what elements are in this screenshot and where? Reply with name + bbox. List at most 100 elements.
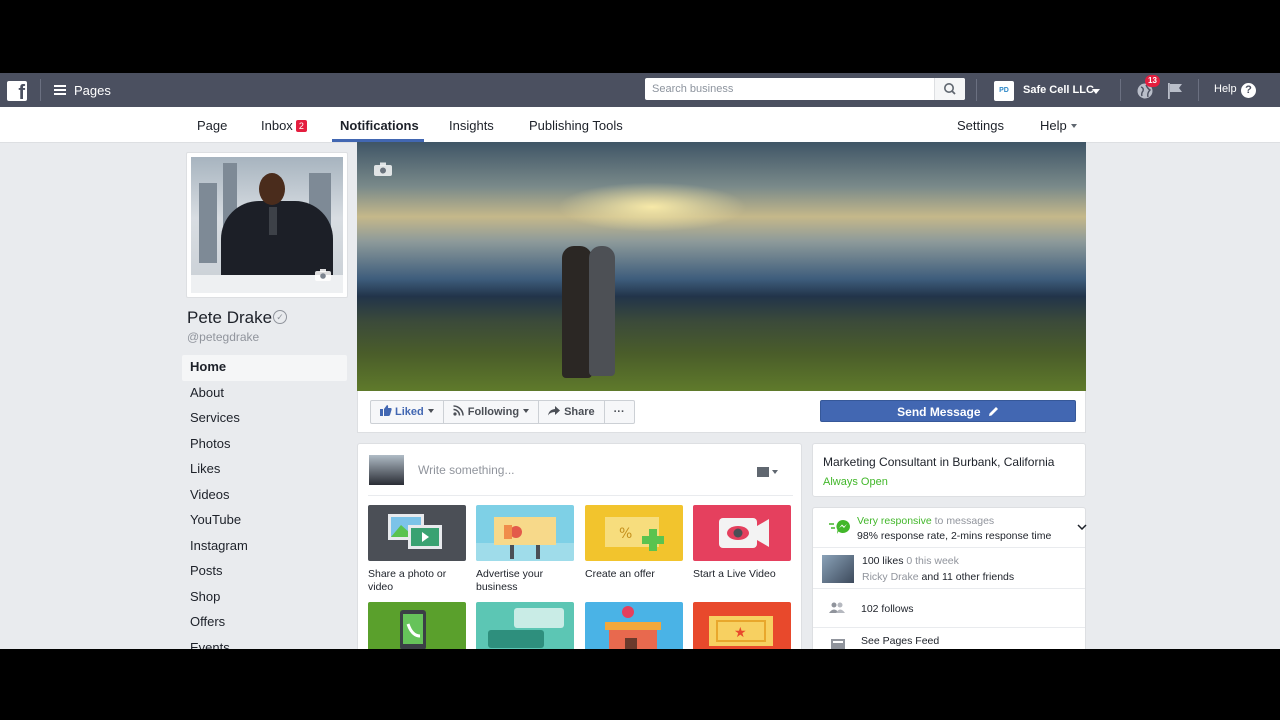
hours-status: Always Open — [823, 476, 888, 488]
pages-menu-label[interactable]: Pages — [74, 83, 111, 98]
following-label: Following — [467, 406, 520, 418]
sidebar-item-services[interactable]: Services — [182, 406, 347, 432]
thumbs-up-icon — [380, 405, 392, 416]
page-title: Pete Drake — [187, 308, 273, 327]
flag-button[interactable] — [1166, 82, 1184, 105]
divider — [976, 79, 977, 101]
liked-label: Liked — [395, 406, 424, 418]
sidebar-item-youtube[interactable]: YouTube — [182, 508, 347, 534]
camera-icon[interactable] — [315, 269, 331, 281]
tab-help[interactable]: Help — [1040, 118, 1077, 133]
chevron-down-icon[interactable] — [1077, 524, 1087, 530]
sidebar-item-offers[interactable]: Offers — [182, 610, 347, 636]
send-message-button[interactable]: Send Message — [820, 400, 1076, 422]
following-button[interactable]: Following — [444, 401, 540, 423]
create-offer-tile[interactable]: % Create an offer — [585, 505, 683, 581]
account-logo-icon: PD — [994, 81, 1014, 101]
event-location-tile[interactable] — [585, 602, 683, 649]
friends-like: Ricky Drake and 11 other friends — [862, 571, 1015, 583]
flag-icon — [1168, 83, 1182, 99]
share-arrow-icon — [548, 406, 561, 416]
facebook-page-screen: f Pages PD Safe Cell LLC 13 — [0, 73, 1280, 649]
tile-label: Share a photo or video — [368, 568, 447, 593]
sidebar-item-instagram[interactable]: Instagram — [182, 534, 347, 560]
facebook-logo-icon[interactable]: f — [7, 81, 27, 103]
sidebar-nav: Home About Services Photos Likes Videos … — [182, 355, 347, 649]
message-tile[interactable] — [476, 602, 574, 649]
follows-count[interactable]: 102 follows — [861, 603, 914, 615]
share-button[interactable]: Share — [539, 401, 605, 423]
write-something-input[interactable]: Write something... — [418, 463, 514, 477]
divider — [1198, 79, 1199, 101]
messenger-icon — [829, 519, 850, 534]
page-username[interactable]: @petegdrake — [187, 330, 259, 344]
page-stats-card: Very responsive to messages 98% response… — [812, 507, 1087, 649]
search-button[interactable] — [934, 78, 965, 100]
help-link[interactable]: Help — [1214, 83, 1237, 95]
tab-page[interactable]: Page — [197, 118, 227, 133]
search-icon — [944, 83, 956, 95]
notifications-globe-button[interactable]: 13 — [1136, 75, 1160, 105]
tab-inbox[interactable]: Inbox 2 — [261, 118, 307, 133]
avatar — [369, 455, 404, 485]
chevron-down-icon — [1092, 89, 1100, 94]
divider — [813, 588, 1085, 589]
verified-check-icon: ✓ — [273, 310, 287, 324]
sidebar-item-about[interactable]: About — [182, 381, 347, 407]
top-bar: f Pages PD Safe Cell LLC 13 — [0, 73, 1280, 107]
response-status: Very responsive to messages — [857, 515, 995, 527]
ticket-tile[interactable]: ★ — [693, 602, 791, 649]
page-action-bar: Liked Following Share ··· Send Message — [357, 391, 1086, 433]
sidebar-item-videos[interactable]: Videos — [182, 483, 347, 509]
phone-icon — [368, 602, 466, 649]
tile-label: Start a Live Video — [693, 568, 776, 580]
likes-count[interactable]: 100 likes 0 this week — [862, 555, 959, 567]
chevron-down-icon — [523, 409, 530, 413]
account-name: Safe Cell LLC — [1023, 84, 1094, 96]
tab-notifications[interactable]: Notifications — [340, 118, 419, 133]
more-options-button[interactable]: ··· — [605, 401, 634, 423]
audience-selector[interactable] — [757, 464, 779, 477]
search-input[interactable] — [645, 78, 947, 100]
sidebar-item-shop[interactable]: Shop — [182, 585, 347, 611]
page-category: Marketing Consultant in Burbank, Califor… — [823, 455, 1055, 469]
sidebar-item-posts[interactable]: Posts — [182, 559, 347, 585]
page-action-buttons: Liked Following Share ··· — [370, 400, 635, 424]
see-pages-feed-link[interactable]: See Pages Feed — [861, 635, 939, 647]
camera-icon[interactable] — [374, 162, 392, 176]
sidebar-item-events[interactable]: Events — [182, 636, 347, 650]
tile-label: Create an offer — [585, 568, 655, 580]
chevron-down-icon — [427, 409, 434, 413]
sidebar-item-likes[interactable]: Likes — [182, 457, 347, 483]
chevron-down-icon — [1070, 124, 1077, 128]
feed-icon — [831, 639, 845, 649]
inbox-count-badge: 2 — [295, 120, 307, 132]
profile-picture[interactable] — [186, 152, 348, 298]
post-composer: Write something... Share a photo or vide… — [357, 443, 802, 649]
profile-photo — [191, 157, 343, 293]
cover-photo[interactable] — [357, 142, 1086, 391]
sidebar-item-home[interactable]: Home — [182, 355, 347, 381]
liked-button[interactable]: Liked — [371, 401, 444, 423]
hamburger-menu-icon[interactable] — [54, 85, 66, 95]
divider — [40, 79, 41, 101]
svg-text:%: % — [619, 526, 632, 542]
chat-bubbles-icon — [476, 602, 574, 649]
tab-publishing-tools[interactable]: Publishing Tools — [529, 118, 623, 133]
divider — [1120, 79, 1121, 101]
advertise-business-tile[interactable]: Advertise your business — [476, 505, 574, 594]
avatar — [822, 555, 854, 583]
tab-insights[interactable]: Insights — [449, 118, 494, 133]
start-live-video-tile[interactable]: Start a Live Video — [693, 505, 791, 581]
divider — [368, 495, 793, 496]
storefront-pin-icon — [585, 602, 683, 649]
call-tile[interactable] — [368, 602, 466, 649]
help-icon[interactable]: ? — [1241, 83, 1256, 98]
billboard-icon — [476, 505, 574, 561]
tile-label: Advertise your business — [476, 568, 544, 593]
notification-count-badge: 13 — [1145, 75, 1160, 87]
sidebar-item-photos[interactable]: Photos — [182, 432, 347, 458]
share-photo-video-tile[interactable]: Share a photo or video — [368, 505, 466, 594]
tab-settings[interactable]: Settings — [957, 118, 1004, 133]
svg-text:★: ★ — [734, 625, 747, 641]
